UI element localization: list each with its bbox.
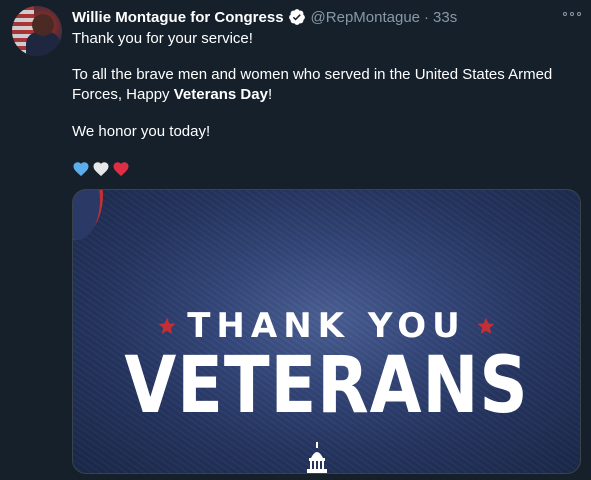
timestamp[interactable]: 33s xyxy=(433,9,457,26)
tweet-header: Willie Montague for Congress @RepMontagu… xyxy=(72,7,457,27)
blue-heart-icon xyxy=(73,162,89,177)
tweet-text-line: We honor you today! xyxy=(72,123,211,140)
text-segment: Forces, Happy xyxy=(72,86,174,103)
tweet[interactable]: Willie Montague for Congress @RepMontagu… xyxy=(0,0,591,480)
tweet-text-line: Forces, Happy Veterans Day! xyxy=(72,85,572,105)
tweet-media-image[interactable]: THANK YOU VETERANS xyxy=(72,189,581,474)
tweet-text-line: To all the brave men and women who serve… xyxy=(72,66,553,83)
white-heart-icon xyxy=(93,162,109,177)
capitol-dome-icon xyxy=(307,442,327,473)
more-dot xyxy=(570,12,574,16)
star-icon xyxy=(477,317,495,334)
tweet-text-line: Thank you for your service! xyxy=(72,30,253,47)
verified-badge-icon xyxy=(288,9,305,25)
avatar[interactable] xyxy=(12,6,62,56)
veterans-text: VETERANS xyxy=(124,341,529,431)
red-heart-icon xyxy=(113,162,129,177)
handle[interactable]: @RepMontague xyxy=(311,9,420,26)
veterans-day-bold: Veterans Day xyxy=(173,86,268,103)
more-dot xyxy=(577,12,581,16)
separator-dot: · xyxy=(424,8,430,26)
more-options-icon[interactable] xyxy=(563,8,581,20)
more-dot xyxy=(563,12,567,16)
display-name[interactable]: Willie Montague for Congress xyxy=(72,9,284,26)
text-segment: ! xyxy=(267,86,273,103)
star-icon xyxy=(158,317,176,334)
avatar-person xyxy=(32,14,54,36)
heart-emojis xyxy=(72,160,132,178)
